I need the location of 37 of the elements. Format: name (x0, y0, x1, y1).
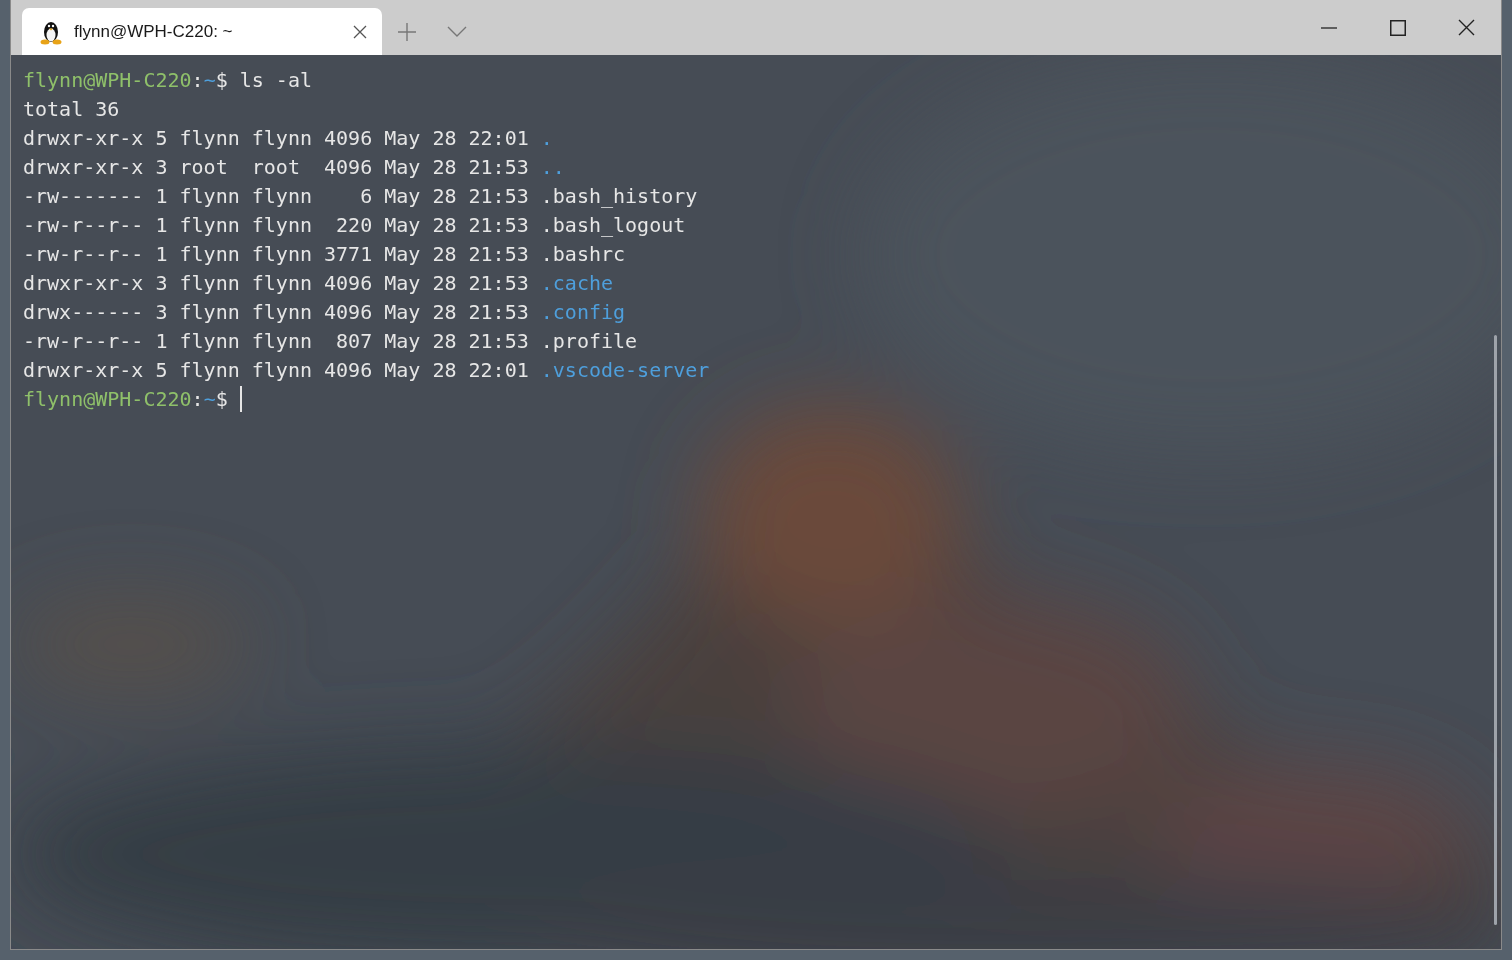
directory-name: . (540, 126, 553, 150)
directory-name: .. (540, 155, 565, 179)
user-host-text: flynn@WPH-C220 (23, 387, 192, 411)
file-name: .bash_history (540, 184, 698, 208)
listing-details: -rw-r--r-- 1 flynn flynn 220 May 28 21:53 (23, 213, 529, 237)
path-text: ~ (203, 68, 216, 92)
chevron-down-icon (447, 25, 467, 38)
listing-details: -rw-r--r-- 1 flynn flynn 3771 May 28 21:53 (23, 242, 529, 266)
plus-icon (397, 21, 417, 42)
path-text: ~ (203, 387, 216, 411)
file-name: .bashrc (540, 242, 626, 266)
listing-details: drwxr-xr-x 3 flynn flynn 4096 May 28 21:53 (23, 271, 529, 295)
command-text: ls -al (239, 68, 312, 92)
scrollbar-thumb[interactable] (1494, 335, 1497, 925)
listing-details: drwxr-xr-x 3 root root 4096 May 28 21:53 (23, 155, 529, 179)
file-name: .profile (540, 329, 638, 353)
listing-details: -rw------- 1 flynn flynn 6 May 28 21:53 (23, 184, 529, 208)
tab-title: flynn@WPH-C220: ~ (74, 21, 234, 42)
prompt-symbol: $ (215, 68, 228, 92)
listing-details: drwx------ 3 flynn flynn 4096 May 28 21:53 (23, 300, 529, 324)
directory-name: .cache (540, 271, 613, 295)
separator-text: : (191, 68, 204, 92)
listing-details: -rw-r--r-- 1 flynn flynn 807 May 28 21:53 (23, 329, 529, 353)
maximize-icon (1389, 19, 1406, 36)
listing-details: drwxr-xr-x 5 flynn flynn 4096 May 28 22:01 (23, 126, 529, 150)
separator-text: : (191, 387, 204, 411)
prompt-symbol: $ (215, 387, 228, 411)
listing-details: drwxr-xr-x 5 flynn flynn 4096 May 28 22:01 (23, 358, 529, 382)
directory-name: .config (540, 300, 626, 324)
directory-name: .vscode-server (540, 358, 710, 382)
output-text: total 36 (23, 97, 120, 121)
file-name: .bash_logout (540, 213, 686, 237)
close-icon[interactable] (352, 23, 368, 40)
minimize-icon (1320, 26, 1337, 29)
terminal-tab[interactable]: flynn@WPH-C220: ~ (22, 8, 382, 55)
user-host-text: flynn@WPH-C220 (23, 68, 192, 92)
close-icon (1458, 19, 1475, 36)
